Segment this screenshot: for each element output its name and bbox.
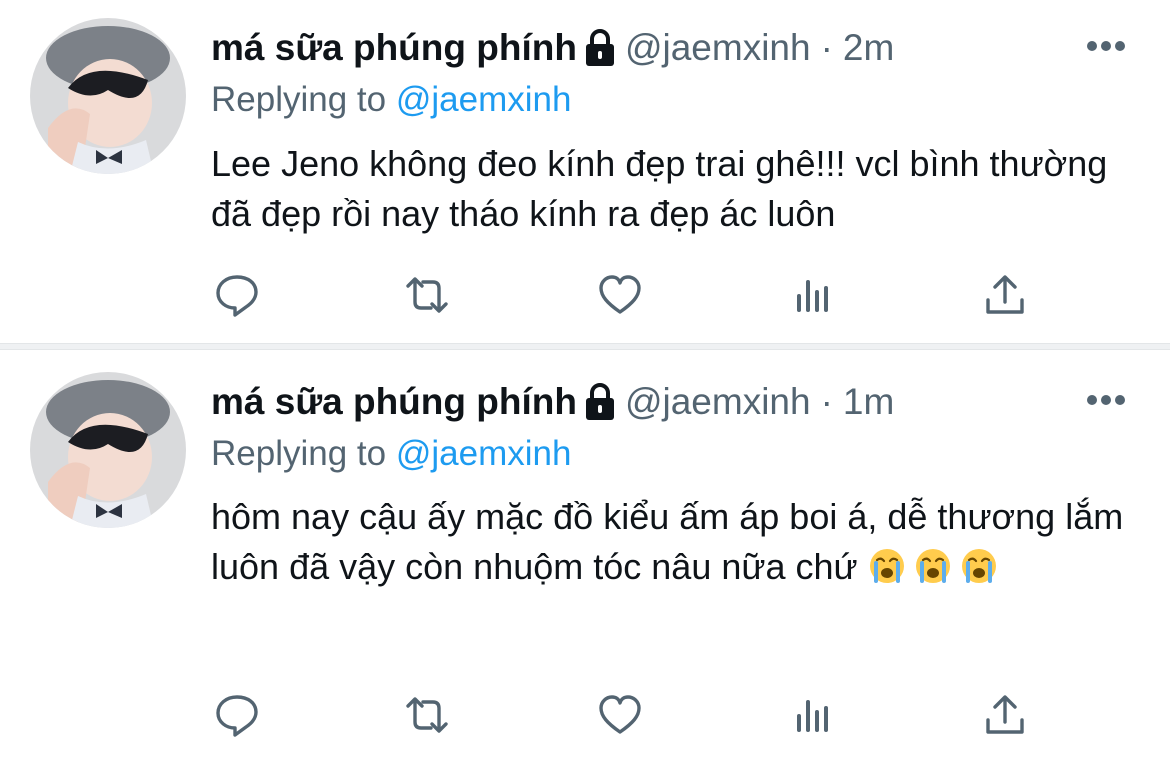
analytics-button[interactable] bbox=[787, 690, 839, 740]
replying-to: Replying to @jaemxinh bbox=[211, 434, 571, 474]
separator-dot: · bbox=[820, 381, 833, 422]
share-icon bbox=[986, 695, 1024, 734]
display-name[interactable]: má sữa phúng phính bbox=[211, 381, 577, 423]
avatar-image bbox=[30, 18, 186, 174]
replying-mention-link[interactable]: @jaemxinh bbox=[396, 80, 572, 119]
like-button[interactable] bbox=[594, 690, 646, 740]
retweet-icon bbox=[406, 697, 448, 733]
emoji-group bbox=[868, 546, 1006, 587]
tweet-text: Lee Jeno không đeo kính đẹp trai ghê!!! … bbox=[211, 143, 1108, 234]
lock-icon bbox=[585, 383, 614, 420]
tweet-actions bbox=[211, 270, 1041, 320]
display-name[interactable]: má sữa phúng phính bbox=[211, 27, 577, 69]
lock-icon bbox=[585, 29, 614, 66]
handle[interactable]: @jaemxinh bbox=[625, 381, 811, 423]
tweet[interactable]: má sữa phúng phính @jaemxinh · 2m Replyi… bbox=[0, 0, 1170, 343]
loudly-crying-face-icon bbox=[961, 549, 996, 583]
retweet-button[interactable] bbox=[401, 690, 453, 740]
reply-icon bbox=[216, 275, 258, 317]
tweet-actions bbox=[211, 690, 1041, 740]
tweet-header: má sữa phúng phính @jaemxinh · 1m bbox=[211, 374, 894, 430]
separator-dot: · bbox=[820, 27, 833, 68]
like-button[interactable] bbox=[594, 270, 646, 320]
share-button[interactable] bbox=[979, 270, 1031, 320]
tweet-text: hôm nay cậu ấy mặc đồ kiểu ấm áp boi á, … bbox=[211, 492, 1131, 592]
more-icon[interactable] bbox=[1086, 40, 1126, 52]
avatar[interactable] bbox=[30, 18, 186, 174]
heart-icon bbox=[599, 695, 641, 734]
heart-icon bbox=[599, 275, 641, 314]
loudly-crying-face-icon bbox=[915, 549, 950, 583]
tweet[interactable]: má sữa phúng phính @jaemxinh · 1m Replyi… bbox=[0, 350, 1170, 768]
replying-to: Replying to @jaemxinh bbox=[211, 80, 571, 120]
share-icon bbox=[986, 275, 1024, 314]
replying-prefix: Replying to bbox=[211, 434, 387, 473]
handle[interactable]: @jaemxinh bbox=[625, 27, 811, 69]
tweet-header: má sữa phúng phính @jaemxinh · 2m bbox=[211, 20, 894, 76]
reply-button[interactable] bbox=[211, 270, 263, 320]
share-button[interactable] bbox=[979, 690, 1031, 740]
retweet-icon bbox=[406, 277, 448, 313]
analytics-icon bbox=[797, 280, 828, 312]
timestamp[interactable]: 2m bbox=[843, 27, 894, 69]
reply-icon bbox=[216, 695, 258, 737]
replying-prefix: Replying to bbox=[211, 80, 387, 119]
replying-mention-link[interactable]: @jaemxinh bbox=[396, 434, 572, 473]
loudly-crying-face-icon bbox=[869, 549, 904, 583]
tweet-divider bbox=[0, 343, 1170, 350]
retweet-button[interactable] bbox=[401, 270, 453, 320]
reply-button[interactable] bbox=[211, 690, 263, 740]
analytics-icon bbox=[797, 700, 828, 732]
more-icon[interactable] bbox=[1086, 394, 1126, 406]
analytics-button[interactable] bbox=[787, 270, 839, 320]
avatar[interactable] bbox=[30, 372, 186, 528]
timestamp[interactable]: 1m bbox=[843, 381, 894, 423]
avatar-image bbox=[30, 372, 186, 528]
